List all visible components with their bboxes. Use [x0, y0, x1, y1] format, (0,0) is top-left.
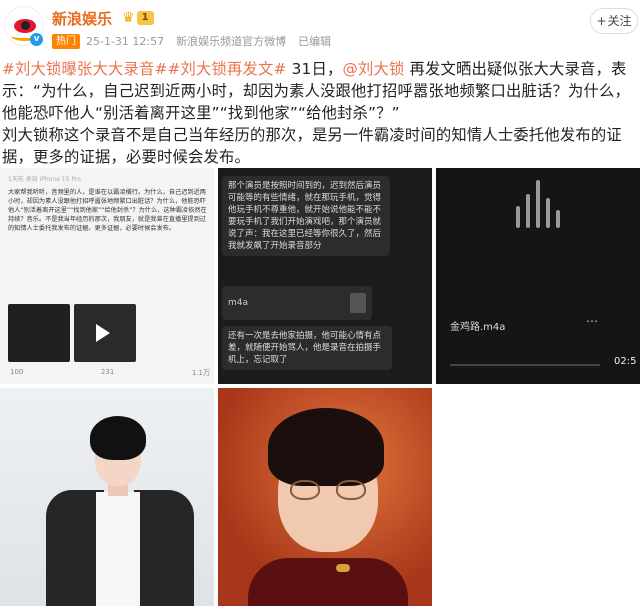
edited-label[interactable]: 已编辑	[298, 33, 331, 49]
play-icon	[96, 324, 110, 342]
file-icon	[350, 293, 366, 313]
mini-post-text: 大家帮我听听，音频里的人，是谁在以霸凌横行。为什么，自己迟到近两小时，却因为素人…	[8, 189, 207, 232]
share-icon[interactable]: ⋯	[586, 314, 598, 328]
mini-video-thumbnail	[74, 304, 136, 362]
post-header: v 新浪娱乐 ♛ 1 热门 25-1-31 12:57 新浪娱乐频道官方微博 已…	[0, 0, 640, 56]
plus-icon: +	[596, 14, 607, 28]
jacket	[134, 490, 194, 606]
image-portrait-black-jacket[interactable]	[0, 388, 214, 606]
hashtag-link[interactable]: #刘大锁再发文#	[168, 60, 287, 78]
hair	[90, 416, 146, 460]
mini-like-count: 1.1万	[191, 369, 210, 377]
account-name[interactable]: 新浪娱乐	[52, 8, 112, 29]
mini-thumbnails	[8, 304, 208, 362]
audio-duration: 02:5	[614, 356, 637, 367]
vip-badge[interactable]: ♛ 1	[122, 10, 154, 26]
audio-progress-track[interactable]	[450, 364, 600, 366]
post-text: #刘大锁曝张大大录音##刘大锁再发文# 31日，@刘大锁 再发文晒出疑似张大大录…	[2, 58, 638, 168]
chat-bubble: 那个演员是按照时间到的，迟到然后演员可能等的有些情绪，就在那玩手机，觉得他玩手机…	[222, 176, 390, 256]
post-source: 新浪娱乐频道官方微博	[176, 35, 287, 48]
logo-pupil	[21, 21, 30, 30]
mini-repost-count: 100	[10, 368, 24, 376]
shirt	[96, 492, 140, 606]
verified-icon: v	[30, 33, 43, 46]
mini-comment-count: 231	[100, 368, 115, 376]
waveform-bar	[556, 210, 560, 228]
chat-bubble: 还有一次是去他家拍摄，他可能心情有点差，就随便开始骂人，他是录音在拍摄手机上，忘…	[222, 326, 392, 370]
waveform-bar	[526, 194, 530, 228]
ring	[336, 564, 350, 572]
hashtag-link[interactable]: #刘大锁曝张大大录音#	[2, 60, 168, 78]
audio-file-bubble: m4a	[222, 286, 372, 320]
glasses-lens	[336, 480, 366, 500]
vip-level: 1	[136, 11, 154, 25]
image-audio-player[interactable]: 金鸡路.m4a ⋯ 02:5	[436, 168, 640, 384]
follow-label: 关注	[607, 14, 632, 28]
image-grid: 1天前 来自 iPhone 15 Pro 大家帮我听听，音频里的人，是谁在以霸凌…	[0, 168, 640, 608]
audio-file-label: 金鸡路.m4a	[450, 322, 506, 333]
mention-link[interactable]: @刘大锁	[342, 60, 404, 78]
timestamp[interactable]: 25-1-31 12:57	[86, 35, 164, 48]
hair	[268, 408, 384, 486]
coat	[248, 558, 408, 606]
mini-post-meta: 1天前 来自 iPhone 15 Pro	[8, 176, 81, 183]
mini-thumbnail	[8, 304, 70, 362]
audio-file-name: m4a	[228, 298, 249, 308]
crown-icon: ♛	[122, 10, 135, 26]
post-text-segment: 刘大锁称这个录音不是自己当年经历的那次，是另一件霸凌时间的知情人士委托他发布的证…	[2, 126, 622, 166]
glasses-lens	[290, 480, 320, 500]
mini-action-bar: 100 231 1.1万	[10, 368, 210, 378]
hot-badge: 热门	[52, 33, 80, 49]
waveform-bar	[546, 198, 550, 228]
waveform-bar	[516, 206, 520, 228]
follow-button[interactable]: +关注	[590, 8, 638, 34]
image-weibo-screenshot[interactable]: 1天前 来自 iPhone 15 Pro 大家帮我听听，音频里的人，是谁在以霸凌…	[0, 168, 214, 384]
post-text-segment: 31日，	[286, 60, 343, 78]
waveform-bar	[536, 180, 540, 228]
post-meta: 热门 25-1-31 12:57 新浪娱乐频道官方微博 已编辑	[52, 33, 331, 49]
image-portrait-glasses[interactable]	[218, 388, 432, 606]
waveform-icon	[516, 178, 576, 228]
image-chat-screenshot[interactable]: 那个演员是按照时间到的，迟到然后演员可能等的有些情绪，就在那玩手机，觉得他玩手机…	[218, 168, 432, 384]
